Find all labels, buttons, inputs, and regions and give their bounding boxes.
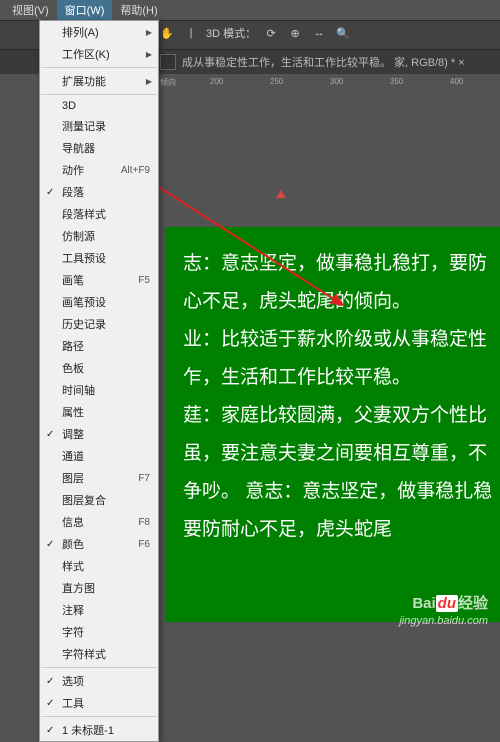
- shortcut-label: F7: [138, 473, 150, 484]
- watermark-logo: Baidu经验: [399, 594, 488, 614]
- menu-histogram[interactable]: 直方图: [40, 577, 158, 599]
- menu-paragraph[interactable]: ✓段落: [40, 181, 158, 203]
- text-line: 心不足，虎头蛇尾的倾向。: [183, 283, 500, 321]
- menu-window[interactable]: 窗口(W): [57, 0, 113, 20]
- menu-paragraph-style[interactable]: 段落样式: [40, 203, 158, 225]
- menu-separator: [41, 716, 157, 717]
- menu-swatches[interactable]: 色板: [40, 357, 158, 379]
- zoom-icon[interactable]: 🔍: [334, 24, 352, 42]
- shortcut-label: Alt+F9: [121, 165, 150, 176]
- ruler-tick: 300: [330, 77, 343, 86]
- menu-styles[interactable]: 样式: [40, 555, 158, 577]
- ruler-tick: 400: [450, 77, 463, 86]
- text-layer-box[interactable]: 志：意志坚定，做事稳扎稳打，要防 心不足，虎头蛇尾的倾向。 业：比较适于薪水阶级…: [165, 227, 500, 622]
- separator-icon: |: [182, 24, 200, 42]
- watermark: Baidu经验 jingyan.baidu.com: [399, 594, 488, 628]
- text-line: 业：比较适于薪水阶级或从事稳定性: [183, 321, 500, 359]
- shortcut-label: F8: [138, 517, 150, 528]
- menu-3d[interactable]: 3D: [40, 97, 158, 115]
- text-line: 虽，要注意夫妻之间要相互尊重，不: [183, 435, 500, 473]
- text-line: 要防耐心不足，虎头蛇尾: [183, 511, 500, 549]
- annotation-marker-icon: [276, 190, 286, 198]
- check-icon: ✓: [46, 698, 54, 709]
- check-icon: ✓: [46, 539, 54, 550]
- vertical-ruler: [0, 92, 20, 636]
- slide-icon[interactable]: ↔: [310, 24, 328, 42]
- check-icon: ✓: [46, 676, 54, 687]
- menu-measure-log[interactable]: 测量记录: [40, 115, 158, 137]
- hand-tool-icon[interactable]: ✋: [158, 24, 176, 42]
- menu-tool-preset[interactable]: 工具预设: [40, 247, 158, 269]
- menu-separator: [41, 94, 157, 95]
- ruler-tick: 倾向: [160, 77, 176, 88]
- ruler-tick: 350: [390, 77, 403, 86]
- check-icon: ✓: [46, 429, 54, 440]
- menu-info[interactable]: 信息F8: [40, 511, 158, 533]
- pan-icon[interactable]: ⊕: [286, 24, 304, 42]
- toolbar-options: ✋ | 3D 模式： ⟳ ⊕ ↔ 🔍: [158, 24, 352, 42]
- menu-brush-preset[interactable]: 画笔预设: [40, 291, 158, 313]
- menu-view[interactable]: 视图(V): [4, 0, 57, 20]
- document-tab-title[interactable]: 成从事稳定性工作，生活和工作比较平稳。 家, RGB/8) * ×: [182, 54, 465, 70]
- watermark-url: jingyan.baidu.com: [399, 614, 488, 628]
- ruler-tick: 250: [270, 77, 283, 86]
- menu-extension[interactable]: 扩展功能: [40, 70, 158, 92]
- menu-brush[interactable]: 画笔F5: [40, 269, 158, 291]
- shortcut-label: F6: [138, 539, 150, 550]
- check-icon: ✓: [46, 187, 54, 198]
- doc-icon: [160, 54, 176, 70]
- check-icon: ✓: [46, 725, 54, 736]
- shortcut-label: F5: [138, 275, 150, 286]
- menu-timeline[interactable]: 时间轴: [40, 379, 158, 401]
- menu-navigator[interactable]: 导航器: [40, 137, 158, 159]
- menu-adjustments[interactable]: ✓调整: [40, 423, 158, 445]
- text-line: 乍，生活和工作比较平稳。: [183, 359, 500, 397]
- menu-doc1[interactable]: ✓1 未标题-1: [40, 719, 158, 741]
- menu-clone-source[interactable]: 仿制源: [40, 225, 158, 247]
- menu-properties[interactable]: 属性: [40, 401, 158, 423]
- menu-separator: [41, 667, 157, 668]
- menu-paths[interactable]: 路径: [40, 335, 158, 357]
- menu-arrange[interactable]: 排列(A): [40, 21, 158, 43]
- menu-character[interactable]: 字符: [40, 621, 158, 643]
- menu-history[interactable]: 历史记录: [40, 313, 158, 335]
- orbit-icon[interactable]: ⟳: [262, 24, 280, 42]
- window-menu-dropdown: 排列(A) 工作区(K) 扩展功能 3D 测量记录 导航器 动作Alt+F9 ✓…: [39, 20, 159, 742]
- menu-help[interactable]: 帮助(H): [112, 0, 165, 20]
- menu-actions[interactable]: 动作Alt+F9: [40, 159, 158, 181]
- menu-char-style[interactable]: 字符样式: [40, 643, 158, 665]
- menubar: 视图(V) 窗口(W) 帮助(H): [0, 0, 500, 20]
- menu-separator: [41, 67, 157, 68]
- menu-layer-comps[interactable]: 图层复合: [40, 489, 158, 511]
- menu-notes[interactable]: 注释: [40, 599, 158, 621]
- ruler-tick: 200: [210, 77, 223, 86]
- mode3d-label: 3D 模式：: [206, 25, 256, 41]
- menu-options[interactable]: ✓选项: [40, 670, 158, 692]
- text-line: 争吵。 意志：意志坚定，做事稳扎稳: [183, 473, 500, 511]
- menu-channels[interactable]: 通道: [40, 445, 158, 467]
- menu-layers[interactable]: 图层F7: [40, 467, 158, 489]
- menu-color[interactable]: ✓颜色F6: [40, 533, 158, 555]
- text-line: 志：意志坚定，做事稳扎稳打，要防: [183, 245, 500, 283]
- menu-tools[interactable]: ✓工具: [40, 692, 158, 714]
- menu-workspace[interactable]: 工作区(K): [40, 43, 158, 65]
- text-line: 莛：家庭比较圆满，父妻双方个性比: [183, 397, 500, 435]
